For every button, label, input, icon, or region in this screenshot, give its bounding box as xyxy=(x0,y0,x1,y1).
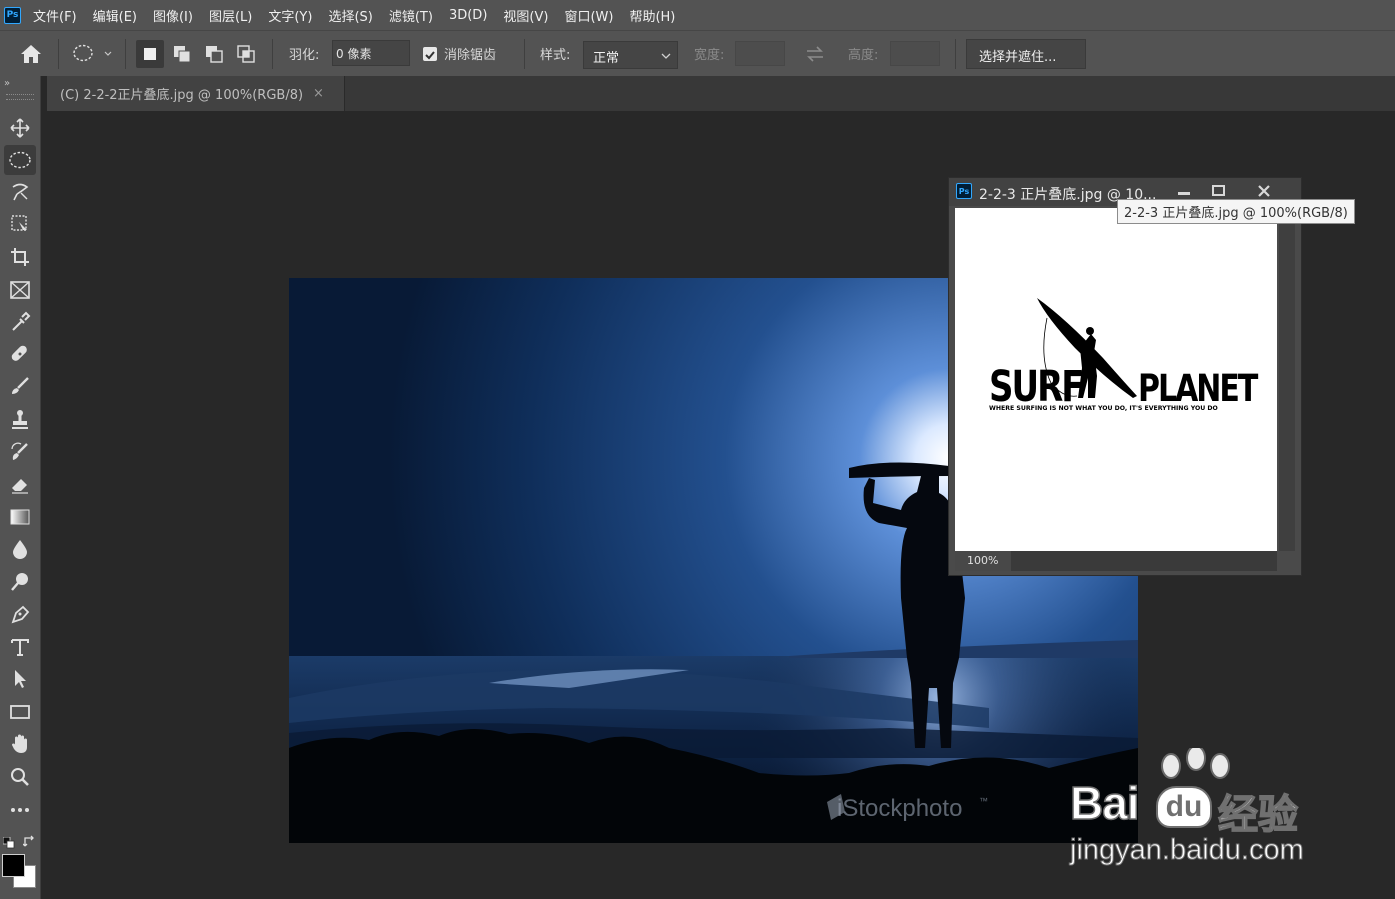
rectangle-icon[interactable] xyxy=(4,697,36,727)
width-label: 宽度: xyxy=(694,48,725,63)
photoshop-logo-icon[interactable]: Ps xyxy=(4,6,21,24)
home-icon[interactable] xyxy=(19,43,43,65)
menu-window[interactable]: 窗口(W) xyxy=(564,6,613,25)
menu-help[interactable]: 帮助(H) xyxy=(629,6,675,25)
ellipse-marquee-preset-icon[interactable] xyxy=(72,43,112,65)
more-icon[interactable] xyxy=(4,795,36,825)
menu-image[interactable]: 图像(I) xyxy=(153,6,193,25)
eraser-icon[interactable] xyxy=(4,469,36,499)
trademark-symbol: ™ xyxy=(979,796,988,806)
feather-input[interactable]: 0 像素 xyxy=(332,40,410,66)
width-input[interactable] xyxy=(735,41,785,66)
menu-edit[interactable]: 编辑(E) xyxy=(93,6,137,25)
gradient-icon[interactable] xyxy=(4,502,36,532)
baidu-jingyan-watermark: Bai du 经验 jingyan.baidu.com xyxy=(1069,748,1330,868)
style-label: 样式: xyxy=(540,48,571,63)
feather-label: 羽化: xyxy=(289,48,320,63)
foreground-color-swatch[interactable] xyxy=(2,854,25,877)
tools-panel: » xyxy=(0,76,41,899)
menu-file[interactable]: 文件(F) xyxy=(33,6,77,25)
stamp-icon[interactable] xyxy=(4,404,36,434)
photoshop-logo-icon: Ps xyxy=(956,183,972,199)
lasso-icon[interactable] xyxy=(4,177,36,207)
panel-collapse-icon[interactable]: » xyxy=(4,78,10,89)
close-icon[interactable]: × xyxy=(313,86,324,101)
document-tab[interactable]: (C) 2-2-2正片叠底.jpg @ 100%(RGB/8) × xyxy=(47,76,345,111)
eyedropper-icon[interactable] xyxy=(4,307,36,337)
surf-planet-image[interactable]: SURF PLANET WHERE SURFING IS NOT WHAT YO… xyxy=(955,208,1277,551)
tagline-text: WHERE SURFING IS NOT WHAT YOU DO, IT'S E… xyxy=(989,405,1218,412)
menu-type[interactable]: 文字(Y) xyxy=(268,6,312,25)
select-and-mask-button[interactable]: 选择并遮住... xyxy=(966,39,1086,69)
baidu-brand-left: Bai xyxy=(1069,776,1140,830)
path-select-icon[interactable] xyxy=(4,664,36,694)
antialias-label: 消除锯齿 xyxy=(444,48,497,63)
zoom-level[interactable]: 100% xyxy=(955,551,1011,571)
crop-icon[interactable] xyxy=(4,242,36,272)
style-select-value: 正常 xyxy=(593,51,620,66)
menu-filter[interactable]: 滤镜(T) xyxy=(389,6,433,25)
antialias-checkbox[interactable] xyxy=(423,47,437,61)
document-tab-bar: (C) 2-2-2正片叠底.jpg @ 100%(RGB/8) × xyxy=(47,76,1395,111)
ellipse-marquee-icon[interactable] xyxy=(4,145,36,175)
istockphoto-watermark: iStockphoto xyxy=(837,795,962,822)
menu-bar: Ps 文件(F) 编辑(E) 图像(I) 图层(L) 文字(Y) 选择(S) 滤… xyxy=(0,0,1395,30)
pen-icon[interactable] xyxy=(4,599,36,629)
zoom-icon[interactable] xyxy=(4,762,36,792)
vertical-scrollbar[interactable] xyxy=(1279,208,1295,551)
subtract-selection-button[interactable] xyxy=(200,40,228,68)
brush-icon[interactable] xyxy=(4,371,36,401)
height-input[interactable] xyxy=(890,41,940,66)
frame-icon[interactable] xyxy=(4,275,36,305)
chevron-down-icon xyxy=(661,53,671,59)
dodge-icon[interactable] xyxy=(4,567,36,597)
healing-brush-icon[interactable] xyxy=(4,339,36,369)
document-tab-title: (C) 2-2-2正片叠底.jpg @ 100%(RGB/8) xyxy=(60,88,304,103)
type-icon[interactable] xyxy=(4,632,36,662)
status-bar: 100% xyxy=(955,551,1277,571)
floating-document-window[interactable]: Ps 2-2-3 正片叠底.jpg @ 10... SURF PLANET WH… xyxy=(948,177,1302,576)
blur-icon[interactable] xyxy=(4,534,36,564)
menu-3d[interactable]: 3D(D) xyxy=(449,8,487,23)
window-title-tooltip: 2-2-3 正片叠底.jpg @ 100%(RGB/8) xyxy=(1117,199,1355,224)
baidu-du-badge: du xyxy=(1156,786,1212,828)
swap-icon[interactable] xyxy=(804,45,826,63)
height-label: 高度: xyxy=(848,48,879,63)
move-icon[interactable] xyxy=(4,113,36,143)
intersect-selection-button[interactable] xyxy=(232,40,260,68)
object-select-icon[interactable] xyxy=(4,209,36,239)
default-colors-icon[interactable] xyxy=(2,834,15,849)
menu-view[interactable]: 视图(V) xyxy=(503,6,548,25)
swap-colors-icon[interactable] xyxy=(22,833,37,847)
panel-grip[interactable] xyxy=(6,94,34,100)
menu-layer[interactable]: 图层(L) xyxy=(209,6,252,25)
add-selection-button[interactable] xyxy=(168,40,196,68)
hand-icon[interactable] xyxy=(4,729,36,759)
style-select[interactable]: 正常 xyxy=(583,41,678,69)
history-brush-icon[interactable] xyxy=(4,437,36,467)
new-selection-button[interactable] xyxy=(136,40,164,68)
baidu-brand-right: 经验 xyxy=(1217,791,1299,839)
menu-select[interactable]: 选择(S) xyxy=(328,6,372,25)
baidu-url: jingyan.baidu.com xyxy=(1070,834,1305,867)
options-bar: 羽化: 0 像素 消除锯齿 样式: 正常 宽度: 高度: 选择并遮住... xyxy=(0,30,1395,76)
